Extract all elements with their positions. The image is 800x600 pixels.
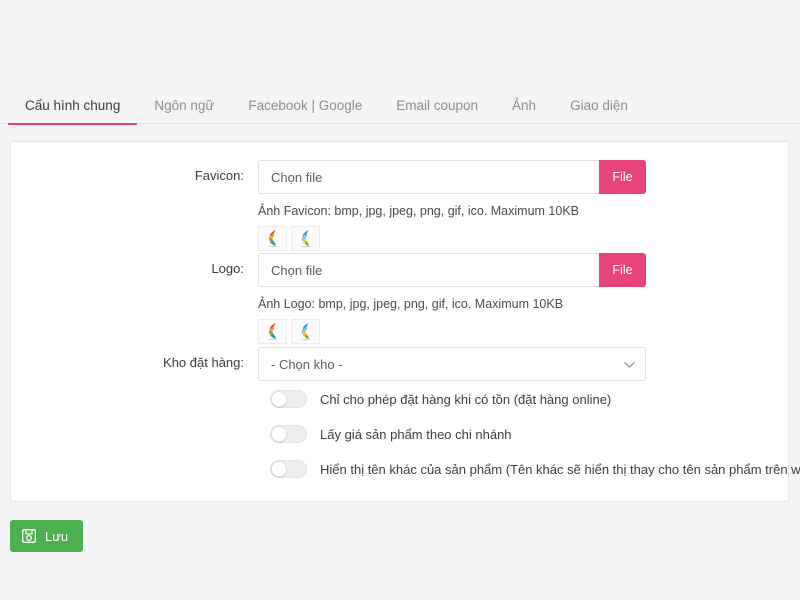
tab-email-coupon[interactable]: Email coupon	[379, 98, 495, 124]
logo-thumbnail-1[interactable]	[258, 319, 287, 344]
tab-giao-dien[interactable]: Giao diện	[553, 98, 645, 124]
favicon-body: File Ảnh Favicon: bmp, jpg, jpeg, png, g…	[258, 160, 646, 251]
toggle-knob	[271, 461, 287, 477]
favicon-label: Favicon:	[194, 168, 244, 183]
tab-ngon-ngu[interactable]: Ngôn ngữ	[137, 98, 231, 124]
logo-hint: Ảnh Logo: bmp, jpg, jpeg, png, gif, ico.…	[258, 297, 564, 311]
save-icon	[22, 529, 36, 543]
logo-swoosh-red-icon	[268, 230, 277, 248]
warehouse-select-wrap: - Chọn kho -	[258, 347, 646, 381]
favicon-file-input[interactable]	[258, 160, 599, 194]
toggle-knob	[271, 426, 287, 442]
warehouse-row: Kho đặt hàng: - Chọn kho -	[11, 347, 646, 381]
toggle-row-branch-price: Lấy giá sản phẩm theo chi nhánh	[270, 421, 800, 447]
logo-swoosh-red-icon	[268, 323, 277, 341]
logo-swoosh-blue-icon	[301, 230, 310, 248]
favicon-file-button[interactable]: File	[599, 160, 646, 194]
toggle-options-list: Chỉ cho phép đặt hàng khi có tồn (đặt hà…	[270, 386, 800, 482]
toggle-stock-only[interactable]	[270, 390, 307, 408]
logo-thumbnail-2[interactable]	[291, 319, 320, 344]
favicon-thumbnail-1[interactable]	[258, 226, 287, 251]
tab-anh[interactable]: Ảnh	[495, 98, 553, 124]
warehouse-select[interactable]: - Chọn kho -	[258, 347, 646, 381]
warehouse-label: Kho đặt hàng:	[163, 355, 244, 370]
favicon-hint: Ảnh Favicon: bmp, jpg, jpeg, png, gif, i…	[258, 204, 579, 218]
toggle-alt-name-label: Hiển thị tên khác của sản phẩm (Tên khác…	[320, 461, 800, 477]
toggle-branch-price[interactable]	[270, 425, 307, 443]
logo-file-button[interactable]: File	[599, 253, 646, 287]
logo-thumbnails	[258, 319, 646, 344]
logo-input-group: File	[258, 253, 646, 287]
settings-tabbar: Cấu hình chung Ngôn ngữ Facebook | Googl…	[0, 84, 800, 125]
logo-swoosh-blue-icon	[301, 323, 310, 341]
favicon-row: Favicon: File Ảnh Favicon: bmp, jpg, jpe…	[11, 160, 646, 251]
toggle-alt-name[interactable]	[270, 460, 307, 478]
logo-label: Logo:	[211, 261, 244, 276]
logo-row: Logo: File Ảnh Logo: bmp, jpg, jpeg, png…	[11, 253, 646, 344]
tab-facebook-google[interactable]: Facebook | Google	[231, 98, 379, 124]
toggle-stock-only-label: Chỉ cho phép đặt hàng khi có tồn (đặt hà…	[320, 391, 612, 407]
toggle-row-stock-only: Chỉ cho phép đặt hàng khi có tồn (đặt hà…	[270, 386, 800, 412]
toggle-branch-price-label: Lấy giá sản phẩm theo chi nhánh	[320, 426, 512, 442]
favicon-input-group: File	[258, 160, 646, 194]
logo-file-input[interactable]	[258, 253, 599, 287]
save-button-label: Lưu	[45, 528, 69, 544]
save-button[interactable]: Lưu	[10, 520, 84, 552]
logo-body: File Ảnh Logo: bmp, jpg, jpeg, png, gif,…	[258, 253, 646, 344]
tab-cau-hinh-chung[interactable]: Cấu hình chung	[8, 98, 138, 125]
favicon-thumbnails	[258, 226, 646, 251]
toggle-row-alt-name: Hiển thị tên khác của sản phẩm (Tên khác…	[270, 456, 800, 482]
favicon-thumbnail-2[interactable]	[291, 226, 320, 251]
toggle-knob	[271, 391, 287, 407]
settings-page: Cấu hình chung Ngôn ngữ Facebook | Googl…	[0, 0, 800, 600]
warehouse-body: - Chọn kho -	[258, 347, 646, 381]
